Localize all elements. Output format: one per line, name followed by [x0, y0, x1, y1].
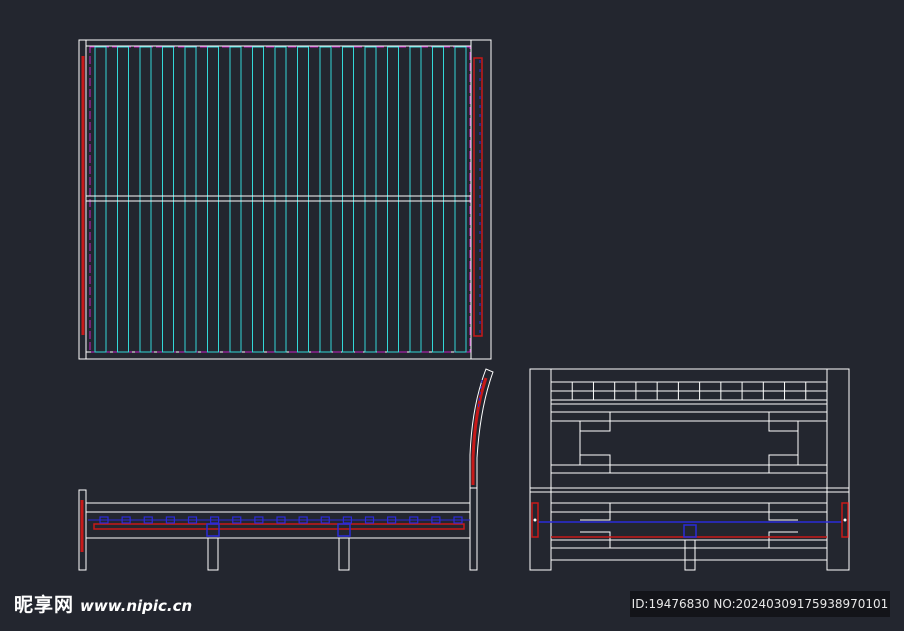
side-view-center-leg-1	[207, 537, 219, 571]
top-view-slats	[94, 46, 467, 353]
top-view-slat	[162, 46, 174, 353]
bed-side-view	[78, 368, 494, 571]
top-view-headboard-inner	[473, 57, 483, 337]
top-view-slat	[454, 46, 467, 353]
bed-top-view	[78, 39, 492, 360]
front-view-center-leg	[684, 539, 696, 571]
front-view-lower-fret-left	[580, 502, 611, 549]
top-view-slat	[117, 46, 129, 353]
top-view-slat	[409, 46, 422, 353]
top-view-outer-frame	[78, 39, 492, 360]
top-view-slat	[387, 46, 399, 353]
front-view-left-bolt	[533, 518, 537, 522]
watermark-site: 昵享网 www.nipic.cn	[14, 590, 192, 617]
side-view-leg-bracket-1	[206, 523, 220, 537]
front-view-fret-bottom-right	[768, 454, 798, 474]
top-view-slat	[342, 46, 354, 353]
front-view-center-bracket	[683, 524, 697, 538]
cad-drawing-canvas	[78, 39, 850, 571]
top-view-slat	[319, 46, 332, 353]
front-view-lower-fret-right	[768, 502, 798, 549]
top-view-slat	[364, 46, 377, 353]
front-view-fret-bottom-left	[580, 454, 611, 474]
side-view-center-leg-2	[338, 537, 350, 571]
top-view-slat	[274, 46, 287, 353]
side-view-leg-bracket-2	[337, 523, 351, 537]
side-view-head-post	[469, 487, 478, 571]
top-view-slat	[207, 46, 219, 353]
top-view-slat-boundary	[89, 46, 471, 353]
front-view-right-post	[826, 368, 850, 571]
top-view-slat	[432, 46, 444, 353]
watermark-site-name: 昵享网	[14, 594, 75, 616]
top-view-slat	[94, 46, 107, 353]
watermark-id-badge: ID:19476830 NO:20240309175938970101	[630, 591, 890, 617]
watermark-site-url: www.nipic.cn	[80, 597, 193, 615]
bed-front-view	[529, 368, 850, 571]
side-view-red-strip	[93, 523, 465, 530]
top-view-slat	[184, 46, 197, 353]
front-view-right-bolt	[843, 518, 847, 522]
top-view-slat	[297, 46, 309, 353]
top-view-slat	[139, 46, 152, 353]
front-view-left-post	[529, 368, 552, 571]
top-view-slat	[252, 46, 264, 353]
top-view-slat	[229, 46, 242, 353]
